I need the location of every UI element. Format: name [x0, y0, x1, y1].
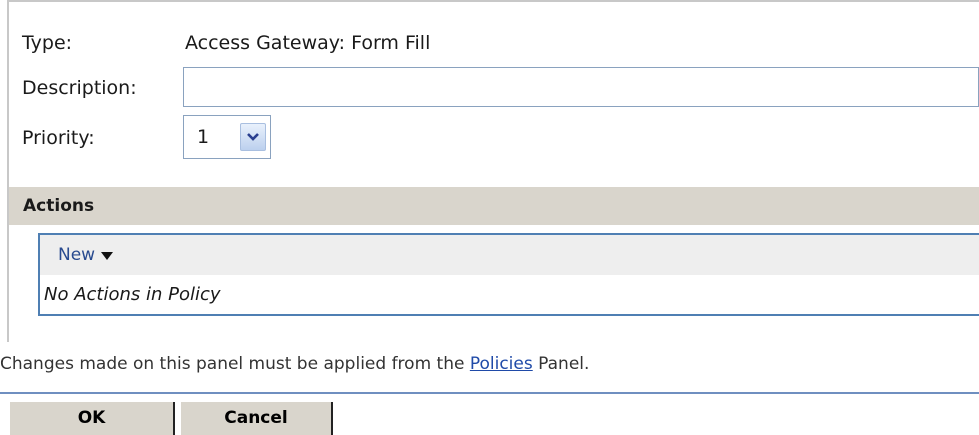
caret-down-icon [101, 252, 114, 260]
cancel-button[interactable]: Cancel [181, 402, 333, 435]
actions-toolbar: New [40, 235, 979, 275]
divider [0, 392, 979, 394]
description-label: Description: [22, 77, 137, 99]
type-value: Access Gateway: Form Fill [185, 32, 431, 54]
apply-note: Changes made on this panel must be appli… [0, 354, 589, 374]
note-prefix: Changes made on this panel must be appli… [0, 354, 470, 374]
actions-list: New No Actions in Policy [38, 233, 979, 316]
actions-title: Actions [23, 196, 95, 216]
chevron-down-icon[interactable] [240, 123, 266, 151]
empty-actions-message: No Actions in Policy [44, 284, 221, 305]
description-field[interactable] [183, 67, 979, 107]
actions-section-header: Actions [9, 187, 979, 225]
policies-link[interactable]: Policies [470, 354, 533, 374]
priority-value: 1 [197, 126, 210, 148]
new-action-label: New [58, 245, 96, 265]
note-suffix: Panel. [532, 354, 590, 374]
ok-button[interactable]: OK [10, 402, 175, 435]
priority-label: Priority: [22, 127, 95, 149]
new-action-menu[interactable]: New [58, 245, 114, 265]
type-label: Type: [22, 32, 73, 54]
priority-select[interactable]: 1 [183, 115, 271, 159]
